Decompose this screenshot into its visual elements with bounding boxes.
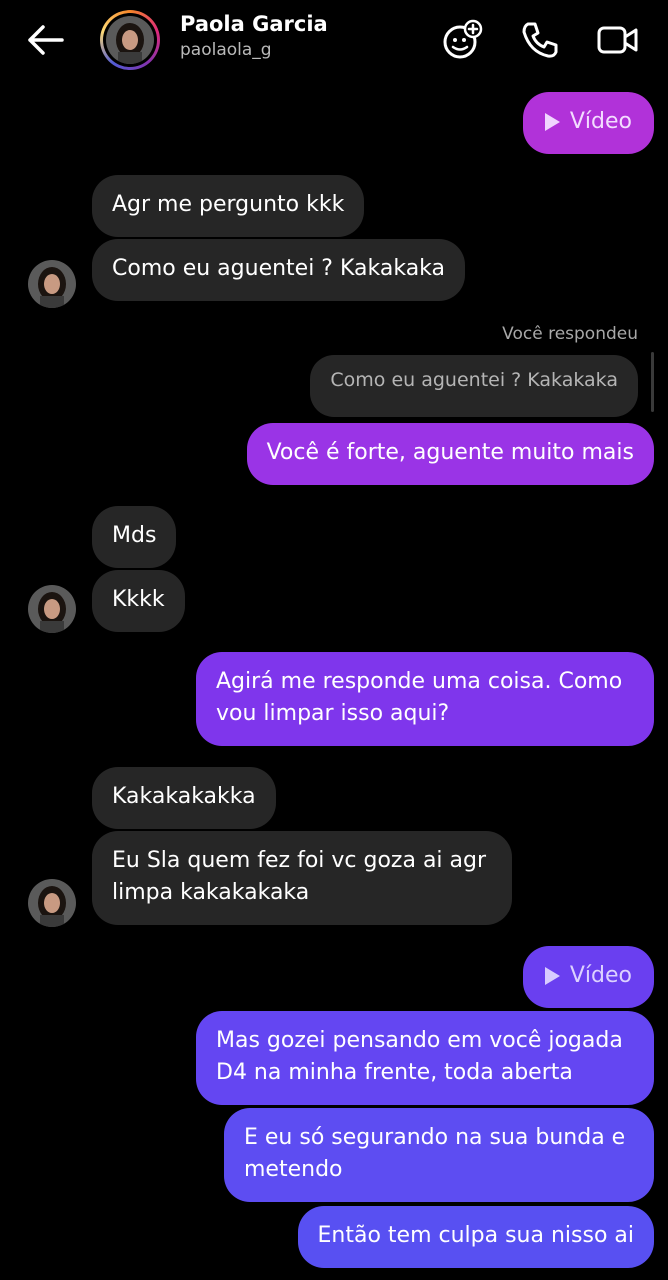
message-text-line: Agirá me responde uma coisa. Como [216, 669, 623, 694]
incoming-message[interactable]: Kakakakakka [92, 767, 276, 829]
phone-icon[interactable] [518, 18, 562, 62]
sender-avatar[interactable] [28, 879, 76, 927]
message-text-line: vou limpar isso aqui? [216, 701, 450, 726]
chat-title[interactable]: Paola Garcia paolaola_g [180, 12, 328, 60]
play-icon [544, 967, 560, 985]
outgoing-message[interactable]: E eu só segurando na sua bunda e metendo [224, 1108, 654, 1202]
outgoing-message[interactable]: Então tem culpa sua nisso ai [297, 1206, 654, 1268]
avatar-image [106, 16, 154, 64]
play-icon [544, 113, 560, 131]
message-text: Você é forte, aguente muito mais [266, 440, 634, 465]
reply-label: Você respondeu [502, 324, 638, 344]
message-text-line: D4 na minha frente, toda aberta [216, 1060, 573, 1085]
message-text-line: limpa kakakakaka [112, 880, 310, 905]
chat-header: Paola Garcia paolaola_g [0, 0, 668, 80]
outgoing-message[interactable]: Mas gozei pensando em você jogada D4 na … [196, 1011, 654, 1105]
quoted-message[interactable]: Como eu aguentei ? Kakakaka [310, 355, 638, 417]
message-text: Como eu aguentei ? Kakakaka [112, 256, 446, 281]
message-text-line: E eu só segurando na sua bunda e [244, 1125, 626, 1150]
message-text: Mds [112, 523, 157, 548]
quoted-text: Como eu aguentei ? Kakakaka [330, 369, 618, 391]
sender-avatar[interactable] [28, 260, 76, 308]
incoming-message[interactable]: Eu Sla quem fez foi vc goza ai agr limpa… [92, 831, 512, 925]
incoming-message[interactable]: Como eu aguentei ? Kakakaka [92, 239, 466, 301]
outgoing-video-message[interactable]: Vídeo [522, 92, 654, 154]
message-text: Então tem culpa sua nisso ai [317, 1223, 635, 1248]
sender-avatar[interactable] [28, 585, 76, 633]
video-call-icon[interactable] [596, 18, 640, 62]
profile-avatar[interactable] [100, 10, 160, 70]
incoming-message[interactable]: Mds [92, 506, 177, 568]
contact-name: Paola Garcia [180, 12, 328, 36]
outgoing-message[interactable]: Agirá me responde uma coisa. Como vou li… [196, 652, 654, 746]
back-arrow-icon[interactable] [26, 22, 66, 58]
message-text-line: Eu Sla quem fez foi vc goza ai agr [112, 848, 487, 873]
video-label: Vídeo [569, 963, 632, 988]
message-text-line: metendo [244, 1157, 343, 1182]
outgoing-message[interactable]: Você é forte, aguente muito mais [246, 423, 654, 485]
outgoing-video-message[interactable]: Vídeo [522, 946, 654, 1008]
message-text: Kakakakakka [112, 784, 256, 809]
reply-indicator-bar [651, 352, 654, 412]
message-text: Agr me pergunto kkk [112, 192, 345, 217]
contact-username: paolaola_g [180, 40, 272, 60]
effects-icon[interactable] [440, 18, 484, 62]
message-text-line: Mas gozei pensando em você jogada [216, 1028, 623, 1053]
message-text: Kkkk [112, 587, 165, 612]
incoming-message[interactable]: Agr me pergunto kkk [92, 175, 365, 237]
video-label: Vídeo [569, 109, 632, 134]
incoming-message[interactable]: Kkkk [92, 570, 185, 632]
